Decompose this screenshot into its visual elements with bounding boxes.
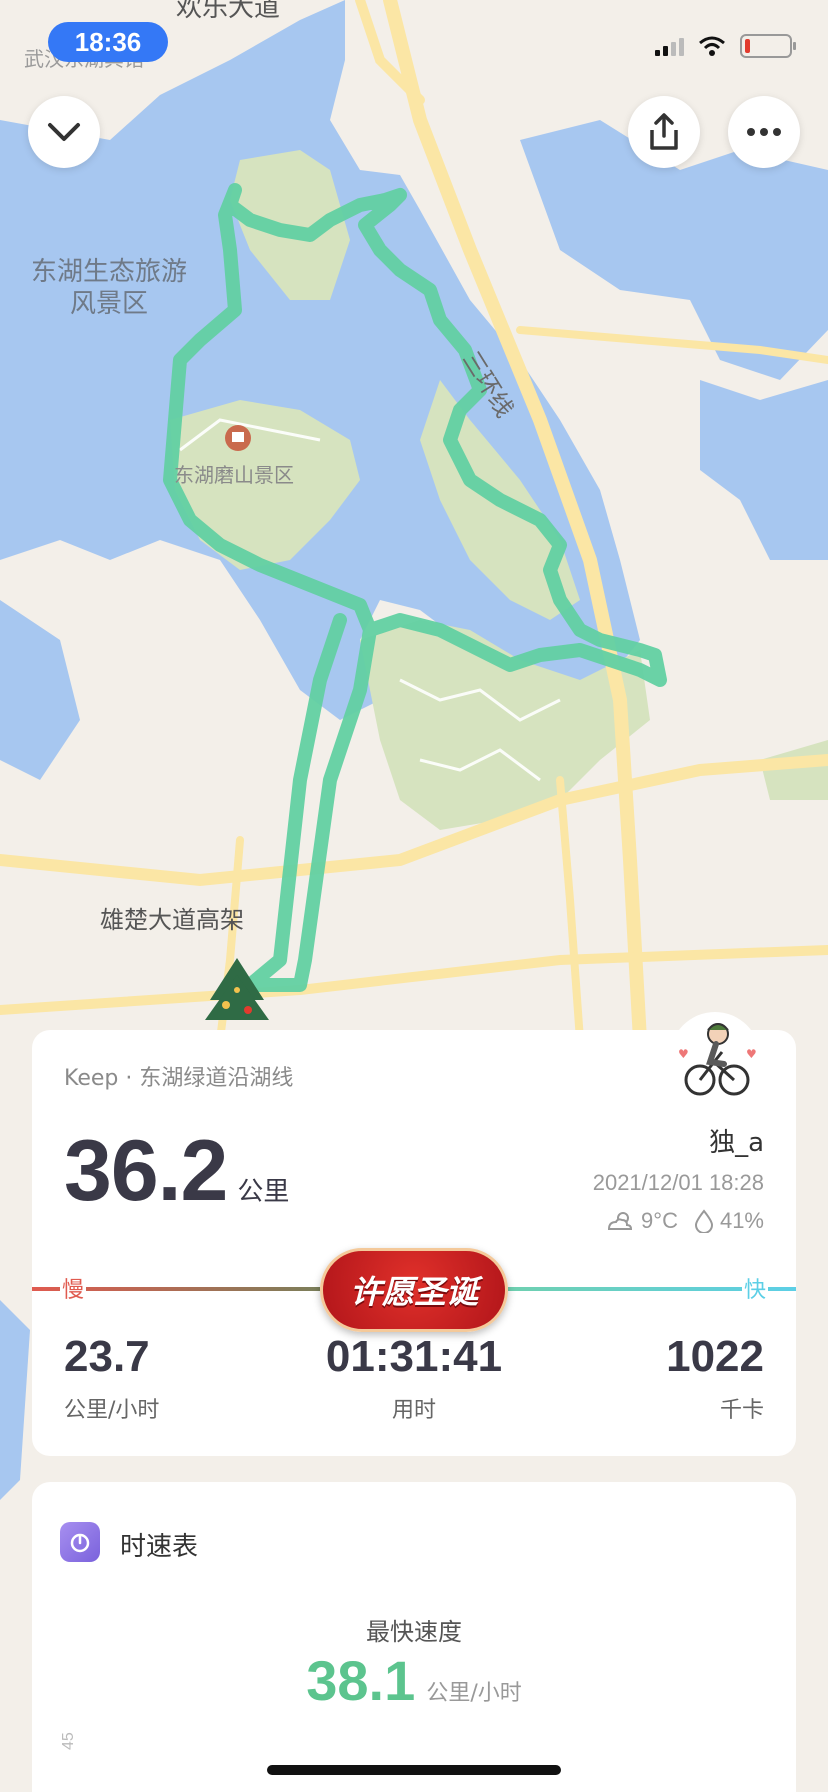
christmas-wish-button[interactable]: 许愿圣诞 xyxy=(320,1248,508,1332)
cellular-signal-icon xyxy=(655,36,684,56)
map-label-moshan: 东湖磨山景区 xyxy=(174,464,294,487)
speed-chart-title: 时速表 xyxy=(120,1532,199,1562)
workout-summary-card: Keep · 东湖绿道沿湖线 ♥ ♥ 36.2 公里 独_a 2021/12/01… xyxy=(32,1012,796,1456)
battery-icon xyxy=(740,34,796,58)
speed-axis-tick: 45 xyxy=(60,1732,77,1750)
partly-cloudy-icon xyxy=(608,1212,633,1230)
collapse-button[interactable] xyxy=(28,96,100,168)
speedometer-icon xyxy=(60,1522,100,1562)
route-title: Keep · 东湖绿道沿湖线 xyxy=(64,1066,294,1091)
max-speed-label: 最快速度 xyxy=(366,1618,462,1646)
status-icons xyxy=(655,34,796,58)
svg-text:♥: ♥ xyxy=(678,1047,689,1061)
fast-label: 快 xyxy=(741,1272,768,1304)
distance-unit: 公里 xyxy=(237,1177,290,1207)
weather-info: 9°C 41% xyxy=(605,1208,764,1234)
cyclist-avatar-icon: ♥ ♥ xyxy=(678,1023,757,1096)
map-label-scenic-area: 东湖生态旅游风景区 xyxy=(30,257,187,319)
map-label-xiongchu: 雄楚大道高架 xyxy=(100,907,244,934)
max-speed-unit: 公里/小时 xyxy=(426,1681,522,1706)
home-indicator xyxy=(267,1765,561,1775)
share-button[interactable] xyxy=(628,96,700,168)
wifi-icon xyxy=(699,36,725,56)
calories-value: 1022 xyxy=(666,1332,764,1381)
distance: 36.2 公里 xyxy=(64,1122,289,1221)
chevron-down-icon xyxy=(48,123,80,141)
temperature: 9°C xyxy=(641,1208,678,1233)
max-speed: 38.1 公里/小时 xyxy=(32,1648,796,1713)
more-icon xyxy=(747,128,781,136)
slow-label: 慢 xyxy=(60,1272,87,1304)
more-button[interactable] xyxy=(728,96,800,168)
distance-value: 36.2 xyxy=(64,1123,228,1219)
speed-chart-card[interactable]: 时速表 最快速度 38.1 公里/小时 45 xyxy=(32,1482,796,1792)
calories-stat: 1022 千卡 xyxy=(666,1332,764,1424)
humidity: 41% xyxy=(719,1208,764,1233)
humidity-drop-icon xyxy=(694,1209,713,1233)
share-icon xyxy=(650,113,678,150)
map-label-road-top: 欢乐大道 xyxy=(176,0,280,22)
avatar[interactable]: ♥ ♥ xyxy=(670,1012,760,1102)
workout-datetime: 2021/12/01 18:28 xyxy=(592,1170,764,1195)
username: 独_a xyxy=(709,1128,764,1158)
max-speed-value: 38.1 xyxy=(306,1649,416,1712)
svg-text:♥: ♥ xyxy=(746,1047,757,1061)
status-time: 18:36 xyxy=(48,22,168,62)
calories-label: 千卡 xyxy=(719,1398,764,1423)
